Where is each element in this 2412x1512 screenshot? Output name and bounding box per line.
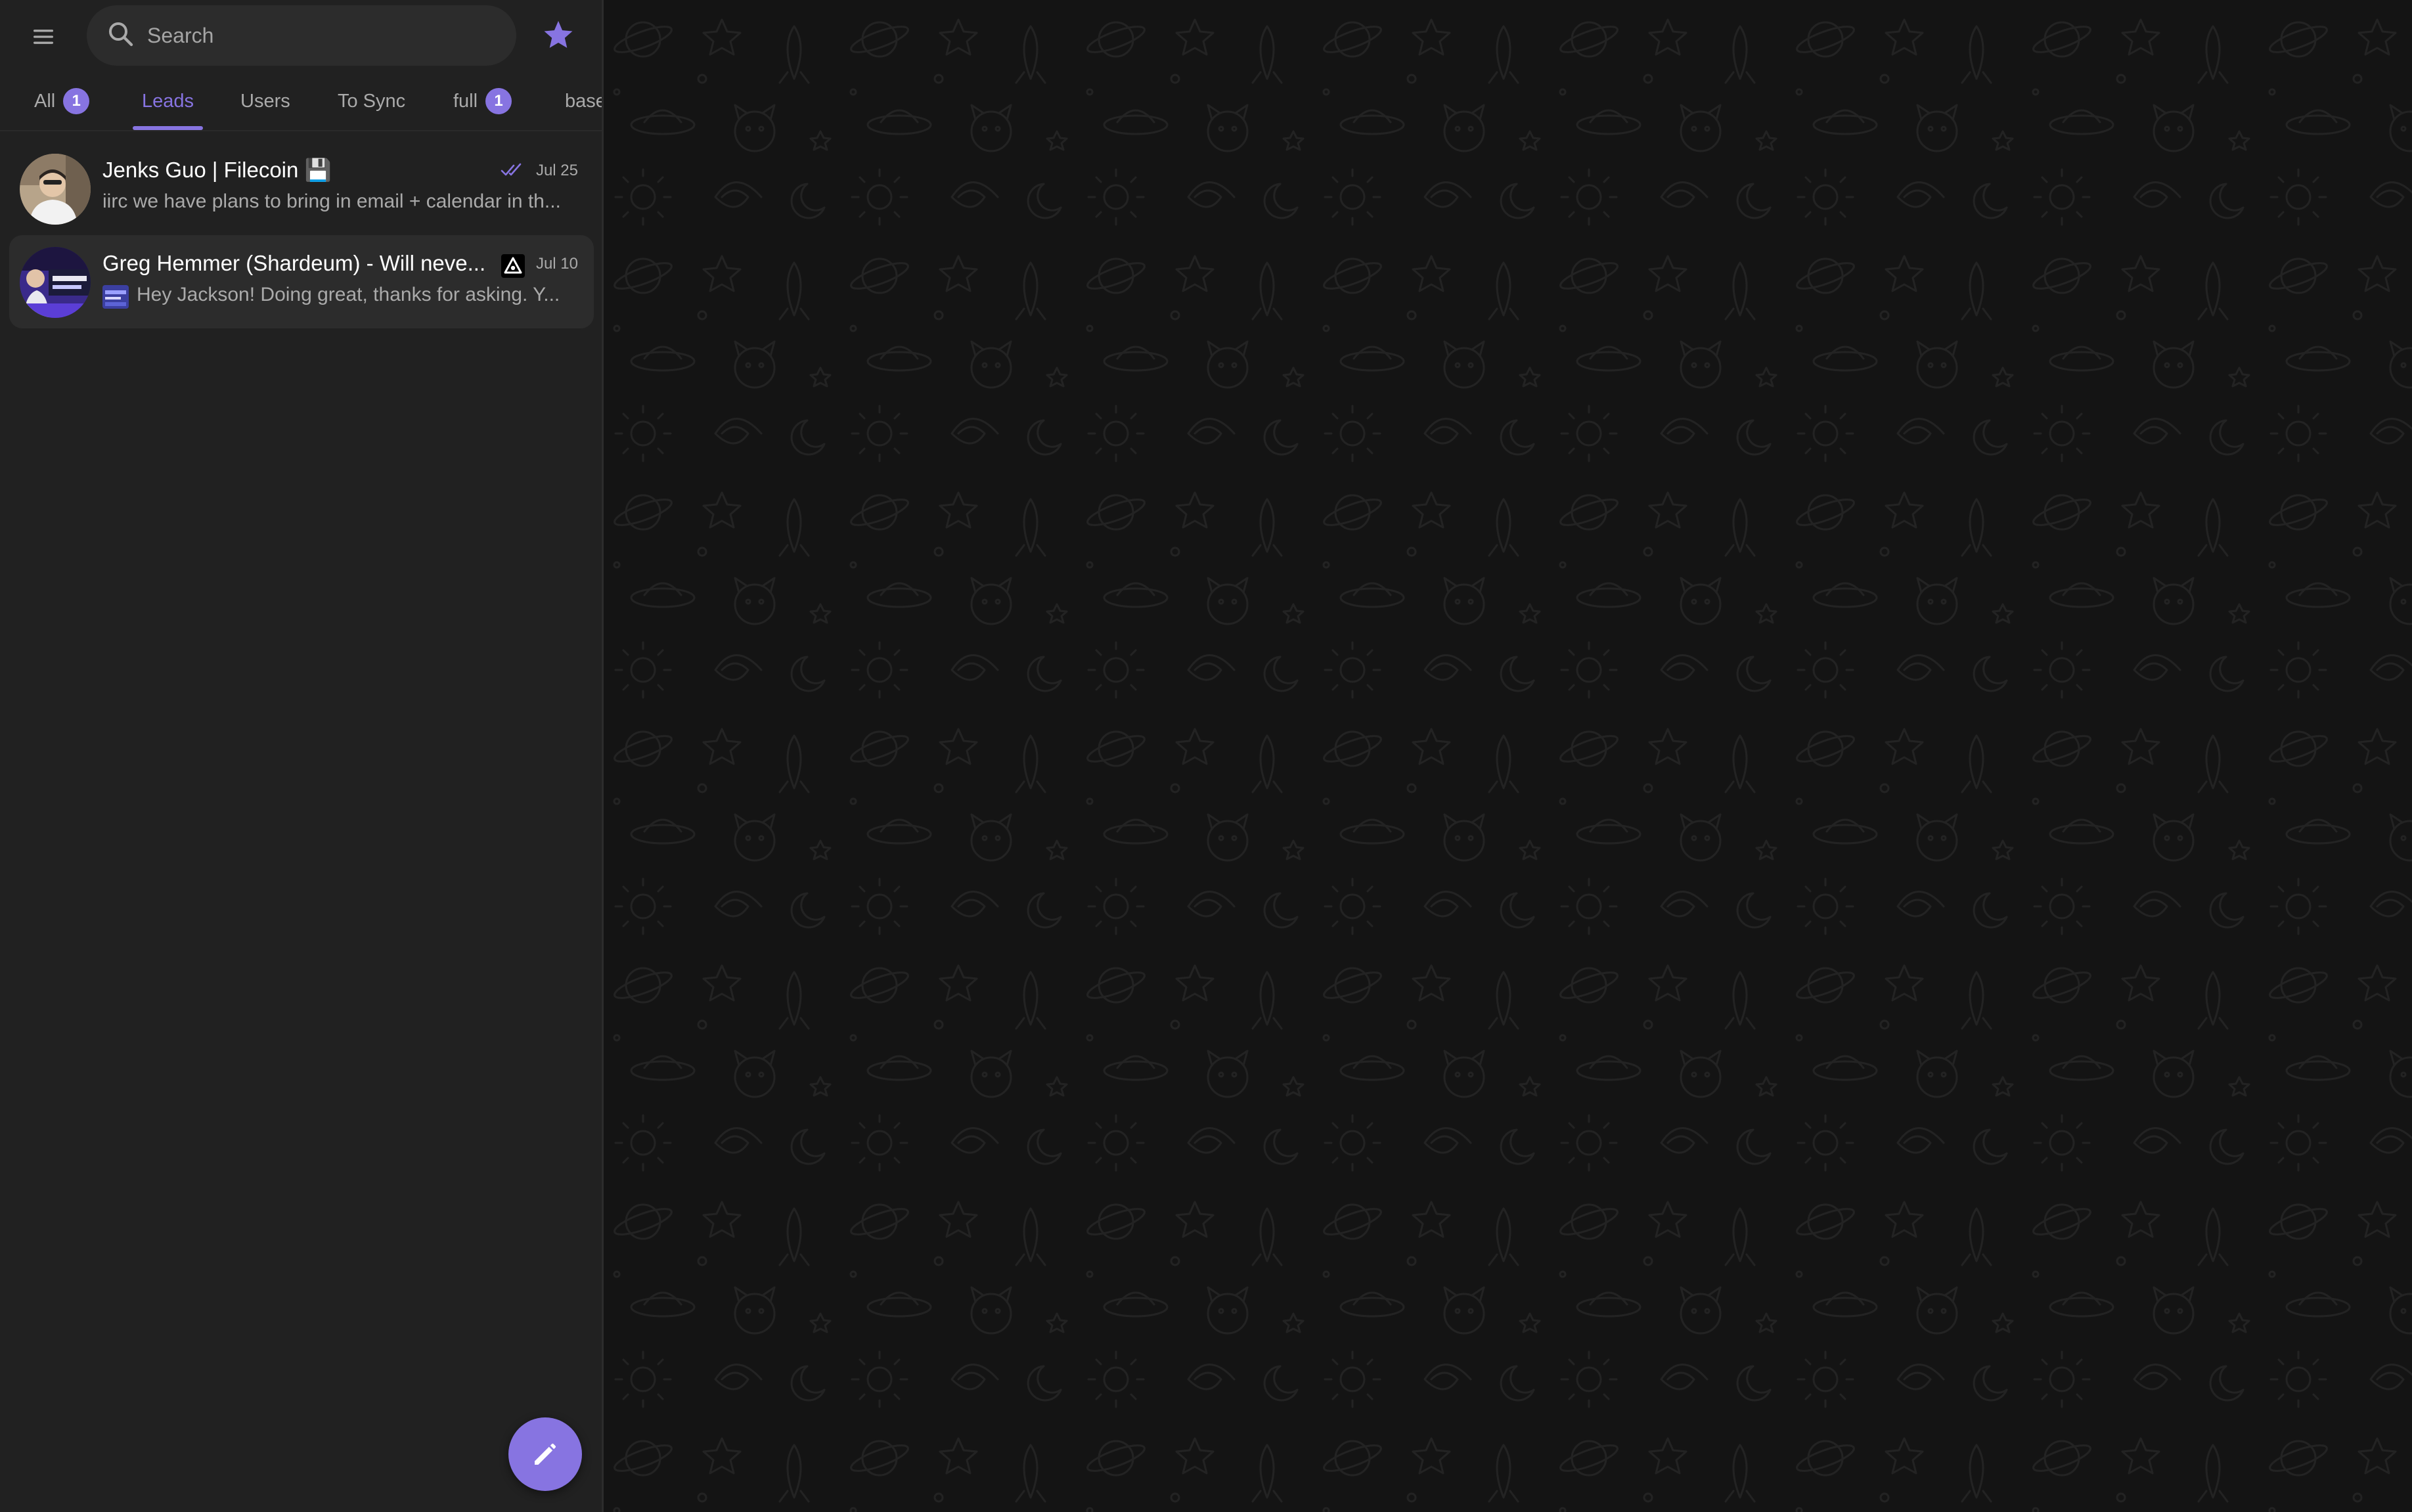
- tab-to-sync[interactable]: To Sync: [338, 71, 406, 130]
- tab-label: Users: [240, 90, 290, 112]
- hamburger-menu-icon: [34, 30, 53, 44]
- tab-base[interactable]: base: [565, 71, 602, 130]
- tab-leads[interactable]: Leads: [133, 71, 204, 130]
- chat-date: Jul 25: [535, 162, 578, 179]
- active-tab-indicator: [133, 126, 204, 130]
- tab-label: base: [565, 90, 602, 112]
- tab-full[interactable]: full 1: [453, 71, 512, 130]
- chat-preview: iirc we have plans to bring in email + c…: [102, 190, 561, 212]
- search-icon: [109, 22, 133, 47]
- chat-list-item[interactable]: Greg Hemmer (Shardeum) - Will neve... Ju…: [9, 235, 594, 328]
- main-menu-button[interactable]: [17, 11, 70, 63]
- tab-users[interactable]: Users: [240, 71, 290, 130]
- chat-list-item[interactable]: Jenks Guo | Filecoin 💾 Jul 25 iirc we ha…: [9, 142, 594, 235]
- chat-title: Jenks Guo | Filecoin 💾: [102, 158, 332, 182]
- new-message-button[interactable]: [508, 1417, 582, 1491]
- premium-star-button[interactable]: [537, 14, 579, 56]
- tab-label: All: [34, 90, 56, 112]
- telegram-app: All 1 Leads Users To Sync full 1 base: [0, 0, 2412, 1512]
- sidebar: All 1 Leads Users To Sync full 1 base: [0, 0, 604, 1512]
- avatar: [20, 154, 91, 225]
- unread-badge: 1: [485, 88, 512, 114]
- avatar: [20, 247, 91, 318]
- chat-preview: Hey Jackson! Doing great, thanks for ask…: [137, 284, 560, 305]
- double-check-icon: [501, 163, 522, 176]
- search-input[interactable]: [147, 5, 495, 66]
- search-bar[interactable]: [87, 5, 516, 66]
- muted-bot-icon: [501, 254, 525, 278]
- chat-background: [604, 0, 2412, 1512]
- doodle-pattern-background: [604, 0, 2412, 1512]
- folder-tabs: All 1 Leads Users To Sync full 1 base: [0, 71, 602, 131]
- tab-label: full: [453, 90, 478, 112]
- unread-badge: 1: [63, 88, 90, 114]
- star-icon: [544, 20, 573, 48]
- tab-label: Leads: [142, 90, 194, 112]
- chat-title: Greg Hemmer (Shardeum) - Will neve...: [102, 251, 486, 275]
- chat-date: Jul 10: [535, 255, 578, 273]
- sidebar-topbar: [0, 0, 602, 71]
- pencil-icon: [535, 1444, 556, 1465]
- media-thumbnail-icon: [102, 285, 129, 309]
- tab-all[interactable]: All 1: [34, 71, 90, 130]
- tab-label: To Sync: [338, 90, 406, 112]
